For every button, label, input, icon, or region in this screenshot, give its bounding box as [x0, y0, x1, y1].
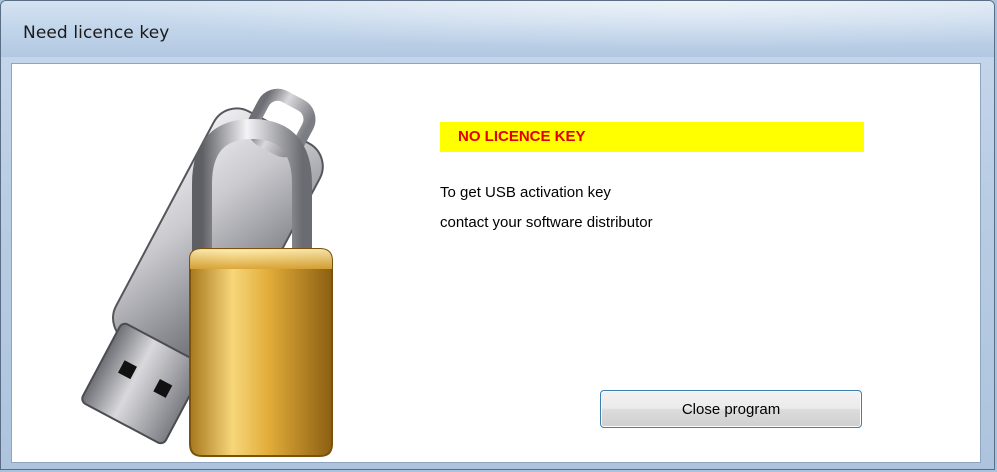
usb-drive-padlock-icon: [81, 88, 333, 457]
window-title: Need licence key: [23, 23, 170, 43]
message-line-1: To get USB activation key: [440, 184, 611, 201]
dialog-window: Need licence key NO LICENCE KEY To get U…: [0, 0, 995, 470]
dialog-content: NO LICENCE KEY To get USB activation key…: [11, 63, 981, 463]
no-licence-banner: NO LICENCE KEY: [440, 122, 864, 152]
close-program-button[interactable]: Close program: [600, 390, 862, 428]
title-bar[interactable]: Need licence key: [1, 1, 994, 57]
message-line-2: contact your software distributor: [440, 214, 653, 231]
